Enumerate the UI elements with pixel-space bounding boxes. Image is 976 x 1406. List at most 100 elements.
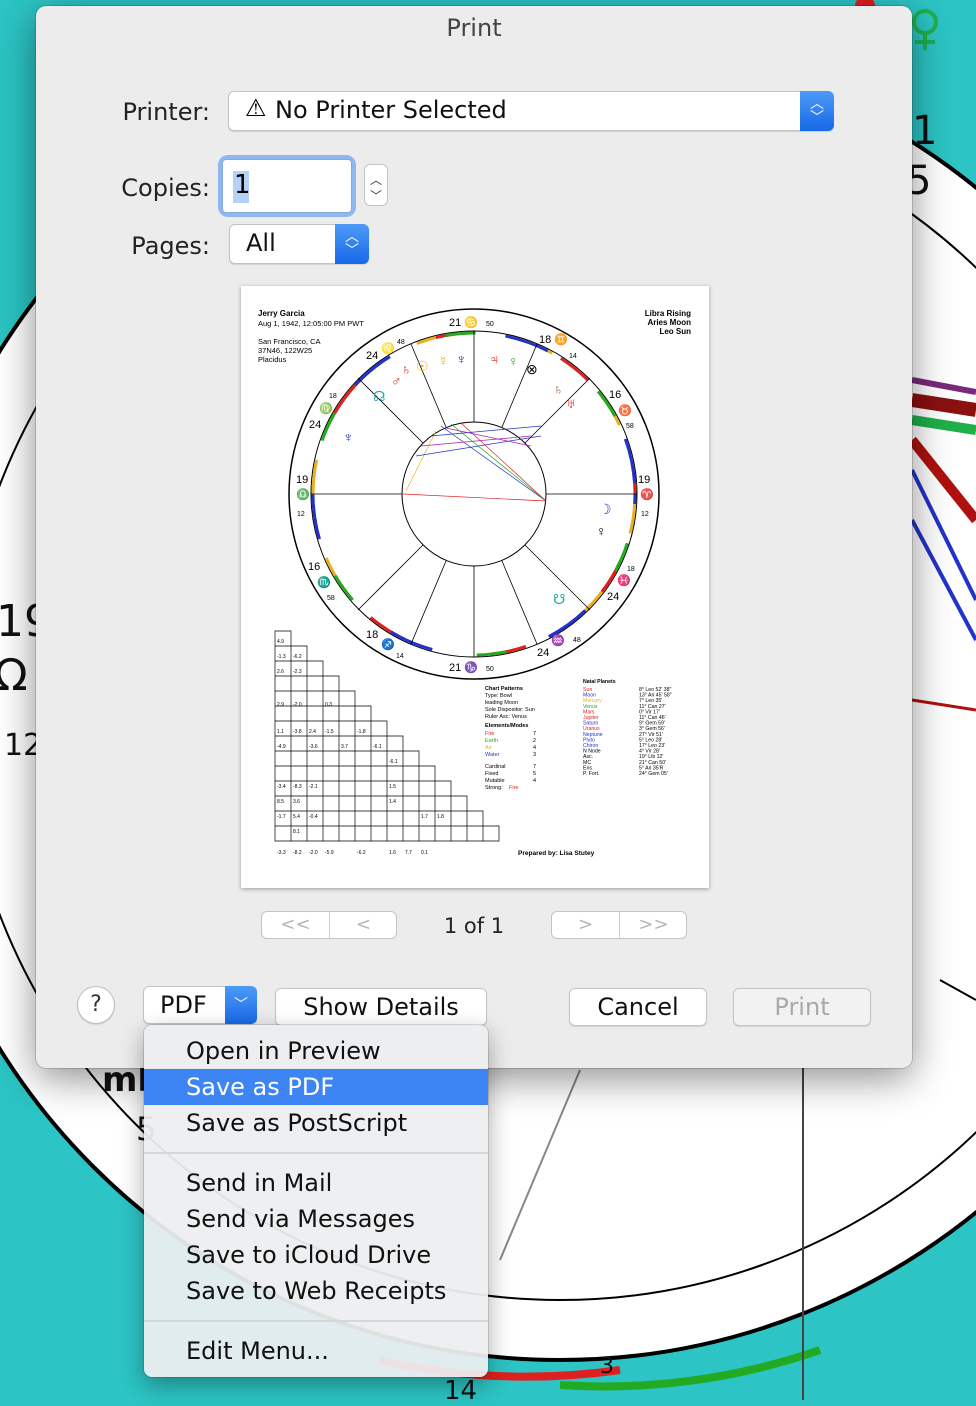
bg-minutes-bottom: 14 (444, 1376, 478, 1406)
svg-text:♅: ♅ (566, 395, 577, 411)
svg-text:♒: ♒ (551, 634, 565, 647)
svg-text:0.1: 0.1 (421, 850, 428, 856)
svg-text:-3.3: -3.3 (277, 850, 286, 856)
svg-text:-2.3: -2.3 (293, 669, 302, 675)
copies-label: Copies: (121, 174, 210, 202)
first-page-button[interactable]: << (262, 912, 329, 938)
svg-text:♀: ♀ (596, 523, 607, 539)
svg-text:-1.7: -1.7 (277, 814, 286, 820)
menu-item-send-via-messages[interactable]: Send via Messages (144, 1201, 488, 1237)
help-button[interactable]: ? (77, 986, 115, 1024)
copies-field-focus: 1 (222, 159, 352, 213)
menu-item-save-to-web-receipts[interactable]: Save to Web Receipts (144, 1273, 488, 1309)
svg-text:♎: ♎ (296, 488, 310, 501)
chevron-up-icon: ︿ (345, 229, 359, 245)
element-water: Water (485, 752, 500, 758)
cancel-button[interactable]: Cancel (569, 988, 707, 1026)
warning-triangle-icon: ⚠ (245, 94, 267, 122)
mode-strong-value: Fire (509, 785, 518, 791)
svg-text:☋: ☋ (553, 591, 565, 607)
svg-text:7.7: 7.7 (405, 850, 412, 856)
copies-field[interactable]: 1 (222, 159, 352, 213)
chart-rising: Libra Rising (645, 309, 691, 318)
svg-text:14: 14 (396, 653, 404, 660)
element-earth-value: 2 (533, 738, 536, 744)
pages-value: All (246, 229, 276, 257)
svg-text:-6.2: -6.2 (357, 850, 366, 856)
svg-text:-1.8: -1.8 (357, 729, 366, 735)
menu-item-send-in-mail[interactable]: Send in Mail (144, 1165, 488, 1201)
element-fire-value: 7 (533, 731, 536, 737)
preview-page-content: Jerry Garcia Aug 1, 1942, 12:05:00 PM PW… (258, 308, 691, 857)
svg-text:5.4: 5.4 (293, 814, 300, 820)
menu-item-save-as-postscript[interactable]: Save as PostScript (144, 1105, 488, 1141)
svg-text:-1.5: -1.5 (325, 729, 334, 735)
page-indicator: 1 of 1 (443, 914, 505, 938)
svg-text:♄: ♄ (553, 381, 564, 397)
svg-text:-4.9: -4.9 (277, 744, 286, 750)
pdf-menu-button[interactable]: PDF ﹀ (143, 986, 257, 1024)
svg-text:☿: ☿ (438, 353, 449, 369)
svg-text:1.7: 1.7 (421, 814, 428, 820)
printer-popup-arrows[interactable]: ︿ ﹀ (800, 91, 834, 131)
mode-strong: Strong: (485, 785, 503, 791)
svg-text:24: 24 (366, 350, 378, 362)
menu-item-save-to-icloud-drive[interactable]: Save to iCloud Drive (144, 1237, 488, 1273)
svg-text:19: 19 (638, 474, 650, 486)
svg-text:12: 12 (641, 511, 649, 518)
copies-stepper[interactable]: ︿ ﹀ (364, 164, 388, 206)
menu-item-save-as-pdf[interactable]: Save as PDF (144, 1069, 488, 1105)
svg-text:-1.3: -1.3 (277, 654, 286, 660)
preview-nav-forward-group: > >> (551, 911, 687, 939)
dialog-title: Print (446, 14, 502, 42)
svg-text:12: 12 (297, 511, 305, 518)
natal-title: Natal Planets (583, 679, 616, 685)
svg-text:-8.2: -8.2 (293, 850, 302, 856)
svg-text:18: 18 (366, 629, 378, 641)
stepper-down-icon[interactable]: ﹀ (365, 187, 387, 204)
svg-text:4.9: 4.9 (277, 639, 284, 645)
element-water-value: 3 (533, 752, 536, 758)
mode-cardinal-value: 7 (533, 764, 536, 770)
svg-text:48: 48 (573, 637, 581, 644)
svg-text:-2.1: -2.1 (309, 784, 318, 790)
pages-popup[interactable]: All ︿ ﹀ (229, 224, 369, 264)
pages-label: Pages: (131, 232, 210, 260)
menu-item-edit-menu[interactable]: Edit Menu... (144, 1333, 488, 1369)
stepper-up-icon[interactable]: ︿ (365, 171, 387, 188)
svg-text:-6.1: -6.1 (373, 744, 382, 750)
print-button[interactable]: Print (733, 988, 871, 1026)
menu-item-open-in-preview[interactable]: Open in Preview (144, 1033, 488, 1069)
svg-text:24: 24 (607, 591, 619, 603)
svg-text:19: 19 (296, 474, 308, 486)
svg-text:0.3: 0.3 (325, 702, 332, 708)
patterns-type: Type: Bowl (485, 693, 512, 699)
bg-sign: Ω (0, 650, 28, 701)
natal-planet-position: 24° Gem 05' (639, 771, 668, 777)
menu-separator (144, 1152, 488, 1154)
preview-nav-back-group: << < (261, 911, 397, 939)
pdf-dropdown-menu: Open in Preview Save as PDF Save as Post… (144, 1025, 488, 1377)
pages-popup-arrows[interactable]: ︿ ﹀ (335, 224, 369, 264)
svg-text:-3.8: -3.8 (293, 729, 302, 735)
svg-text:♉: ♉ (618, 404, 632, 417)
next-page-button[interactable]: > (552, 912, 619, 938)
bg-house-number: 3 (600, 1354, 614, 1379)
svg-text:♐: ♐ (381, 638, 395, 651)
printer-label: Printer: (122, 98, 210, 126)
chart-house-system: Placidus (258, 355, 287, 364)
chart-name: Jerry Garcia (258, 309, 305, 318)
previous-page-button[interactable]: < (330, 912, 397, 938)
chevron-down-icon[interactable]: ﹀ (225, 986, 257, 1024)
svg-text:16: 16 (609, 389, 621, 401)
svg-text:21 ♋: 21 ♋ (449, 316, 478, 329)
last-page-button[interactable]: >> (620, 912, 687, 938)
printer-popup[interactable]: ⚠ No Printer Selected ︿ ﹀ (228, 91, 834, 131)
chevron-down-icon: ﹀ (810, 110, 824, 126)
show-details-button[interactable]: Show Details (275, 988, 487, 1026)
mode-mutable-value: 4 (533, 778, 536, 784)
print-preview-page: Jerry Garcia Aug 1, 1942, 12:05:00 PM PW… (241, 286, 709, 888)
elements-title: Elements/Modes (485, 723, 528, 729)
svg-text:♃: ♃ (489, 351, 500, 367)
svg-text:18: 18 (627, 566, 635, 573)
